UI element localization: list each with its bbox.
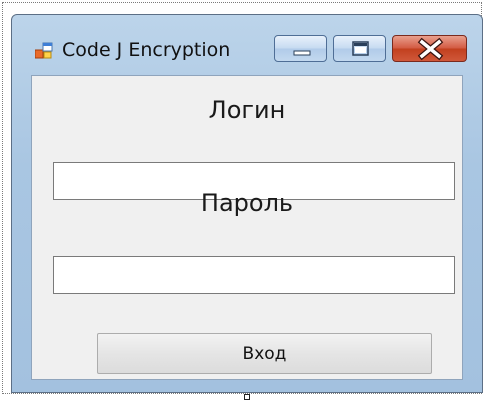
close-button[interactable] [392, 35, 467, 62]
password-label: Пароль [200, 189, 294, 217]
maximize-button[interactable] [333, 35, 386, 62]
title-bar[interactable]: Code J Encryption [12, 15, 482, 75]
login-button[interactable]: Вход [97, 333, 432, 374]
form-client-area: Логин Пароль Вход [31, 75, 463, 380]
password-input[interactable] [53, 256, 455, 294]
window-title: Code J Encryption [62, 39, 231, 61]
login-label: Логин [208, 96, 286, 124]
close-icon [417, 37, 444, 61]
form-window-icon[interactable] [34, 42, 53, 60]
form-window: Code J Encryption Логин Пароль Вход [11, 14, 483, 393]
resize-handle[interactable] [244, 394, 250, 400]
maximize-icon [352, 41, 369, 56]
minimize-button[interactable] [274, 35, 327, 62]
minimize-icon [293, 50, 311, 56]
